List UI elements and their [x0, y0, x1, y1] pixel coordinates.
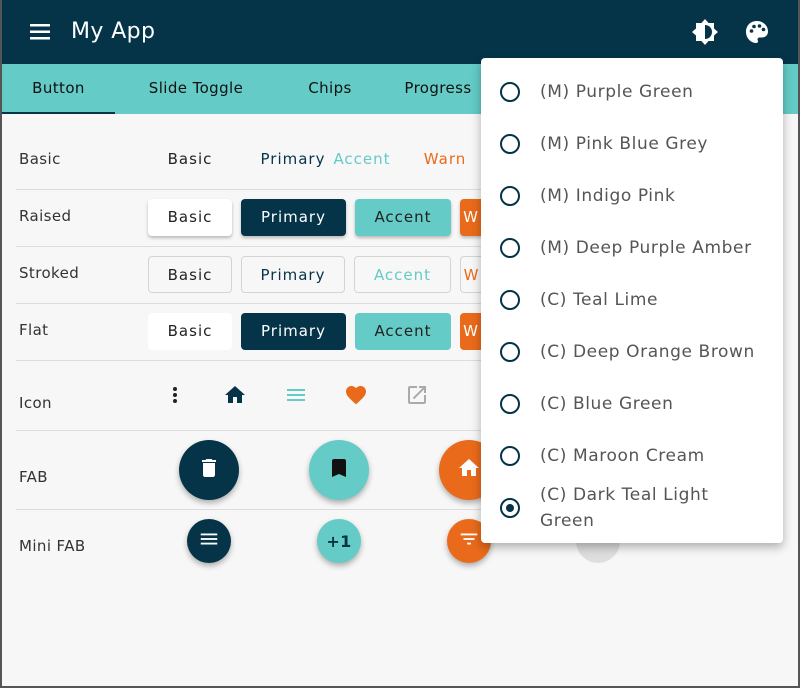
theme-option[interactable]: (M) Indigo Pink — [481, 170, 783, 222]
flat-primary-button[interactable]: Primary — [241, 313, 346, 350]
row-label-mini-fab: Mini FAB — [19, 537, 86, 555]
radio-button[interactable] — [500, 290, 520, 310]
app-title: My App — [71, 19, 156, 44]
theme-option-label: (M) Indigo Pink — [540, 186, 676, 206]
row-label-basic: Basic — [19, 150, 61, 168]
raised-basic-button[interactable]: Basic — [148, 199, 232, 236]
mini-fab-menu-button[interactable] — [187, 519, 231, 563]
divider — [16, 303, 481, 304]
basic-accent-button[interactable]: Accent — [320, 141, 404, 178]
theme-option[interactable]: (M) Pink Blue Grey — [481, 118, 783, 170]
row-label-fab: FAB — [19, 468, 49, 486]
app-toolbar: My App — [0, 0, 800, 64]
filter-list-icon — [458, 528, 480, 554]
radio-button[interactable] — [500, 186, 520, 206]
tab-button[interactable]: Button — [2, 64, 115, 114]
theme-option-label: (M) Purple Green — [540, 82, 694, 102]
theme-option[interactable]: (C) Teal Lime — [481, 274, 783, 326]
theme-option-label: (C) Blue Green — [540, 394, 674, 414]
divider — [16, 360, 481, 361]
radio-button-checked[interactable] — [500, 498, 520, 518]
theme-option-label: (C) Maroon Cream — [540, 446, 705, 466]
row-label-icon: Icon — [19, 394, 52, 412]
home-icon[interactable] — [220, 380, 250, 410]
theme-option[interactable]: (M) Deep Purple Amber — [481, 222, 783, 274]
flat-basic-button[interactable]: Basic — [148, 313, 232, 350]
radio-button[interactable] — [500, 82, 520, 102]
bookmark-icon — [327, 456, 351, 484]
theme-option-selected[interactable]: (C) Dark Teal Light Green — [481, 482, 783, 538]
fab-bookmark-button[interactable] — [309, 440, 369, 500]
open-in-new-icon[interactable] — [402, 380, 432, 410]
row-label-flat: Flat — [19, 321, 49, 339]
theme-option-label: (M) Pink Blue Grey — [540, 134, 709, 154]
menu-icon[interactable] — [30, 19, 60, 45]
home-icon — [457, 456, 481, 484]
raised-accent-button[interactable]: Accent — [355, 199, 451, 236]
theme-option-label: (C) Teal Lime — [540, 290, 659, 310]
theme-option-label: (C) Dark Teal Light — [540, 485, 709, 505]
brightness-icon[interactable] — [691, 18, 719, 46]
fab-delete-button[interactable] — [179, 440, 239, 500]
palette-icon[interactable] — [743, 18, 771, 46]
divider — [16, 246, 481, 247]
divider — [16, 509, 481, 510]
theme-option-label: (M) Deep Purple Amber — [540, 238, 752, 258]
theme-option[interactable]: (M) Purple Green — [481, 66, 783, 118]
tab-progress[interactable]: Progress — [383, 64, 493, 114]
tab-chips[interactable]: Chips — [277, 64, 383, 114]
radio-button[interactable] — [500, 134, 520, 154]
divider — [16, 189, 481, 190]
plus-one-icon: +1 — [326, 531, 352, 551]
theme-option-label: (C) Deep Orange Brown — [540, 342, 755, 362]
row-label-stroked: Stroked — [19, 264, 80, 282]
more-vert-icon[interactable] — [160, 380, 190, 410]
delete-icon — [197, 456, 221, 484]
radio-button[interactable] — [500, 342, 520, 362]
radio-button[interactable] — [500, 394, 520, 414]
theme-option-label-line2: Green — [540, 511, 595, 531]
radio-button[interactable] — [500, 446, 520, 466]
row-label-raised: Raised — [19, 207, 72, 225]
stroked-accent-button[interactable]: Accent — [354, 256, 451, 293]
theme-menu: (M) Purple Green (M) Pink Blue Grey (M) … — [481, 58, 783, 543]
stroked-primary-button[interactable]: Primary — [241, 256, 345, 293]
basic-basic-button[interactable]: Basic — [148, 141, 232, 178]
raised-warn-button[interactable]: W — [460, 199, 482, 236]
mini-fab-plus-one-button[interactable]: +1 — [317, 519, 361, 563]
tab-slide-toggle[interactable]: Slide Toggle — [115, 64, 277, 114]
stroked-warn-button[interactable]: W — [460, 256, 482, 293]
flat-accent-button[interactable]: Accent — [355, 313, 451, 350]
theme-option[interactable]: (C) Maroon Cream — [481, 430, 783, 482]
menu-icon — [198, 528, 220, 554]
menu-icon[interactable] — [281, 380, 311, 410]
heart-icon[interactable] — [341, 380, 371, 410]
stroked-basic-button[interactable]: Basic — [148, 256, 232, 293]
basic-warn-button[interactable]: Warn — [410, 141, 480, 178]
flat-warn-button[interactable]: W — [460, 313, 482, 350]
raised-primary-button[interactable]: Primary — [241, 199, 346, 236]
radio-button[interactable] — [500, 238, 520, 258]
divider — [16, 430, 481, 431]
theme-option[interactable]: (C) Blue Green — [481, 378, 783, 430]
theme-option[interactable]: (C) Deep Orange Brown — [481, 326, 783, 378]
